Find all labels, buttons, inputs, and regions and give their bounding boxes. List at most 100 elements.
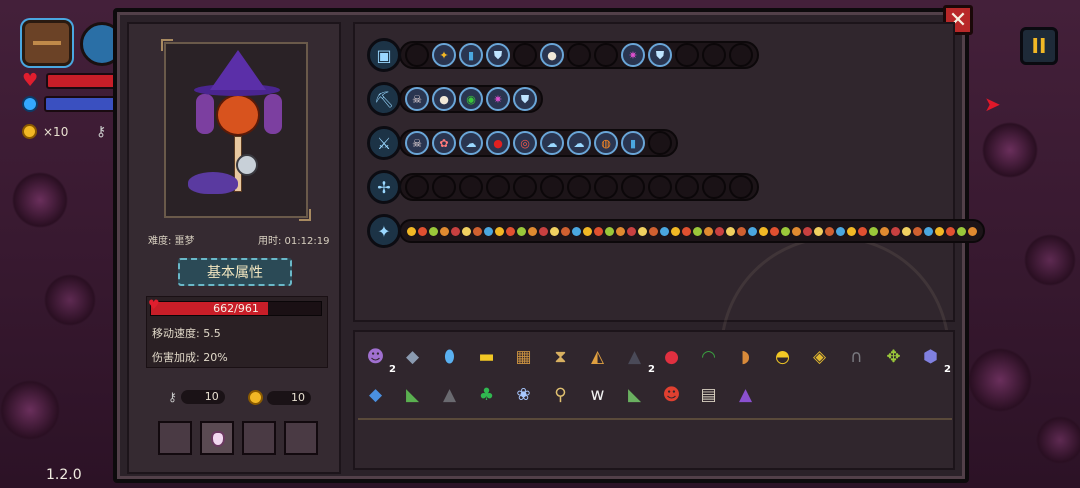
magnifier-icon[interactable]: ⚲ xyxy=(545,379,576,410)
ghost-icon[interactable]: ☁ xyxy=(540,131,564,155)
weapon-row: ⛏ ☠ ● ◉ ✷ ⛊ xyxy=(367,82,543,116)
green-boot-icon[interactable]: ◣ xyxy=(619,379,650,410)
empty-upgrade-slot[interactable] xyxy=(405,43,429,67)
upgrade-dot xyxy=(605,226,614,236)
blue-drop-icon[interactable]: ◆ xyxy=(360,379,391,410)
mouse-icon[interactable]: ● xyxy=(540,43,564,67)
items-divider xyxy=(358,418,952,420)
empty-upgrade-slot[interactable] xyxy=(621,175,645,199)
green-shoe-icon[interactable]: ◣ xyxy=(397,379,428,410)
heart-icon: ♥ xyxy=(22,70,39,91)
purple-potion-icon[interactable]: ⬢ 2 xyxy=(915,341,951,376)
upgrade-dot xyxy=(693,226,702,236)
crystal-sword-icon[interactable]: ⚔ xyxy=(367,126,401,160)
key-resource: ⚷ 10 xyxy=(168,390,225,404)
lotus-icon[interactable]: ❀ xyxy=(508,379,539,410)
pickaxe-icon[interactable]: ⛏ xyxy=(367,82,401,116)
empty-upgrade-slot[interactable] xyxy=(594,43,618,67)
empty-upgrade-slot[interactable] xyxy=(486,175,510,199)
empty-upgrade-slot[interactable] xyxy=(729,175,753,199)
upgrade-dot xyxy=(836,226,845,236)
gray-cloak-icon[interactable]: ▲ xyxy=(434,379,465,410)
demon-mask-icon[interactable]: ☻ xyxy=(656,379,687,410)
skull-icon[interactable]: ☠ xyxy=(405,87,429,111)
fangs-icon[interactable]: ᴡ xyxy=(582,379,613,410)
empty-upgrade-slot[interactable] xyxy=(702,175,726,199)
dark-cloak-icon[interactable]: ▲ 2 xyxy=(619,341,655,376)
ancient-book-icon[interactable]: ▦ xyxy=(508,341,539,372)
battery-icon[interactable]: ▬ xyxy=(471,341,502,372)
strawberry-icon[interactable]: ● xyxy=(656,341,687,372)
gravestone-icon[interactable]: ∩ xyxy=(841,341,872,372)
mana-indicator xyxy=(22,96,124,112)
empty-upgrade-slot[interactable] xyxy=(648,131,672,155)
mirror-icon[interactable]: ⬮ xyxy=(434,341,465,372)
cherry-icon[interactable]: ● xyxy=(486,131,510,155)
consumable-slot[interactable] xyxy=(200,421,234,455)
empty-upgrade-slot[interactable] xyxy=(459,175,483,199)
pause-button[interactable]: II xyxy=(1020,27,1058,65)
upgrade-dot xyxy=(946,226,955,236)
target-icon[interactable]: ◎ xyxy=(513,131,537,155)
consumable-slot[interactable] xyxy=(284,421,318,455)
empty-upgrade-slot[interactable] xyxy=(567,175,591,199)
stone-boot-icon[interactable]: ◆ xyxy=(397,341,428,372)
empty-upgrade-slot[interactable] xyxy=(648,175,672,199)
empty-upgrade-slot[interactable] xyxy=(594,175,618,199)
hourglass-icon[interactable]: ⧗ xyxy=(545,341,576,372)
mouse-icon[interactable]: ● xyxy=(432,87,456,111)
empty-upgrade-slot[interactable] xyxy=(513,175,537,199)
consumable-slot[interactable] xyxy=(242,421,276,455)
empty-upgrade-slot[interactable] xyxy=(432,175,456,199)
empty-upgrade-slot[interactable] xyxy=(513,43,537,67)
witch-portrait-icon[interactable]: ☻ 2 xyxy=(360,341,396,376)
green-slime-icon[interactable]: ◉ xyxy=(459,87,483,111)
blue-vial-icon[interactable]: ▮ xyxy=(621,131,645,155)
hair-right xyxy=(264,94,282,134)
pizza-slice-icon[interactable]: ◭ xyxy=(582,341,613,372)
upgrade-dot xyxy=(737,226,746,236)
upgrade-dot xyxy=(506,226,515,236)
ghost-icon[interactable]: ☁ xyxy=(567,131,591,155)
purple-swirl-icon[interactable]: ✷ xyxy=(486,87,510,111)
gold-frame-icon[interactable]: ◈ xyxy=(804,341,835,372)
green-bra-icon[interactable]: ◠ xyxy=(693,341,724,372)
empty-upgrade-slot[interactable] xyxy=(405,175,429,199)
upgrade-dot xyxy=(572,226,581,236)
flower-icon[interactable]: ✿ xyxy=(432,131,456,155)
treasure-chest-icon[interactable]: ▣ xyxy=(367,38,401,72)
key-icon: ⚷ xyxy=(168,390,177,404)
magic-wand-icon[interactable]: ✦ xyxy=(367,214,401,248)
blue-vial-icon[interactable]: ▮ xyxy=(459,43,483,67)
clover-icon[interactable]: ♣ xyxy=(471,379,502,410)
upgrade-dot xyxy=(891,226,900,236)
damage-bonus-stat: 伤害加成: 20% xyxy=(152,351,228,364)
rib-cage-icon[interactable]: ▤ xyxy=(693,379,724,410)
green-lamp-icon[interactable]: ✥ xyxy=(878,341,909,372)
gold-shell-icon[interactable]: ✦ xyxy=(432,43,456,67)
chest-icon[interactable] xyxy=(22,20,72,66)
ghost-icon[interactable]: ☁ xyxy=(459,131,483,155)
empty-upgrade-slot[interactable] xyxy=(675,175,699,199)
empty-upgrade-slot[interactable] xyxy=(675,43,699,67)
ice-shield-icon[interactable]: ⛊ xyxy=(486,43,510,67)
purple-swirl-icon[interactable]: ✷ xyxy=(621,43,645,67)
upgrade-dot xyxy=(880,226,889,236)
upgrade-dot xyxy=(594,226,603,236)
consumable-slot[interactable] xyxy=(158,421,192,455)
upgrade-dot xyxy=(814,226,823,236)
coin-icon xyxy=(22,124,37,139)
ice-shield-icon[interactable]: ⛊ xyxy=(513,87,537,111)
empty-upgrade-slot[interactable] xyxy=(702,43,726,67)
golden-bell-icon[interactable]: ◓ xyxy=(767,341,798,372)
skull-icon[interactable]: ☠ xyxy=(405,131,429,155)
staff-icon[interactable]: ✢ xyxy=(367,170,401,204)
witch-hat-icon[interactable]: ▲ xyxy=(730,379,761,410)
upgrade-dot xyxy=(484,226,493,236)
ice-shield-icon[interactable]: ⛊ xyxy=(648,43,672,67)
empty-upgrade-slot[interactable] xyxy=(729,43,753,67)
empty-upgrade-slot[interactable] xyxy=(567,43,591,67)
empty-upgrade-slot[interactable] xyxy=(540,175,564,199)
orange-charm-icon[interactable]: ◍ xyxy=(594,131,618,155)
bread-icon[interactable]: ◗ xyxy=(730,341,761,372)
